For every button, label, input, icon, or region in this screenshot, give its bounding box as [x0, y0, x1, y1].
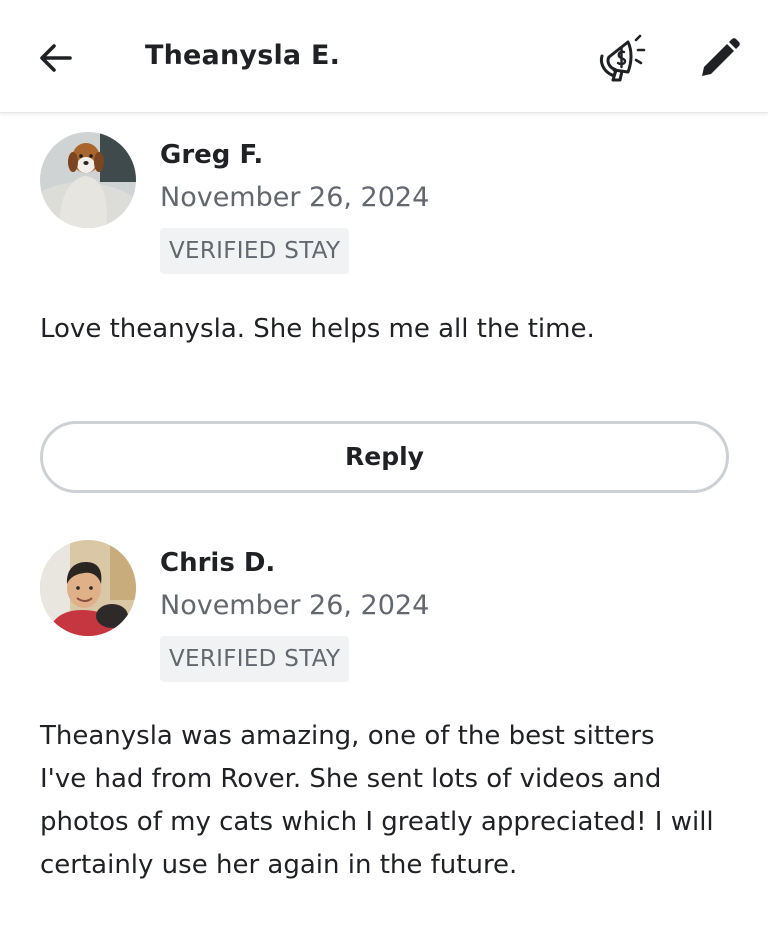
- review-date: November 26, 2024: [160, 590, 430, 621]
- verified-stay-badge: VERIFIED STAY: [160, 636, 350, 682]
- back-button[interactable]: [36, 38, 76, 78]
- reply-button[interactable]: Reply: [40, 421, 729, 493]
- app-header: Theanysla E.: [0, 0, 768, 113]
- avatar: [40, 132, 136, 228]
- reviewer-name: Chris D.: [160, 548, 276, 578]
- arrow-left-icon: [40, 44, 72, 72]
- verified-stay-badge: VERIFIED STAY: [160, 228, 350, 274]
- review-text: Theanysla was amazing, one of the best s…: [40, 721, 714, 880]
- avatar: [40, 540, 136, 636]
- review-date: November 26, 2024: [160, 182, 430, 213]
- page-title: Theanysla E.: [145, 40, 341, 71]
- pencil-icon: [702, 38, 740, 76]
- review-card: Chris D. November 26, 2024 VERIFIED STAY…: [40, 540, 740, 900]
- reviewer-name: Greg F.: [160, 140, 264, 170]
- promote-button[interactable]: [596, 30, 650, 84]
- review-text: Love theanysla. She helps me all the tim…: [40, 314, 595, 344]
- review-card: Greg F. November 26, 2024 VERIFIED STAY …: [40, 132, 740, 392]
- edit-button[interactable]: [698, 36, 742, 80]
- megaphone-dollar-icon: [599, 34, 646, 82]
